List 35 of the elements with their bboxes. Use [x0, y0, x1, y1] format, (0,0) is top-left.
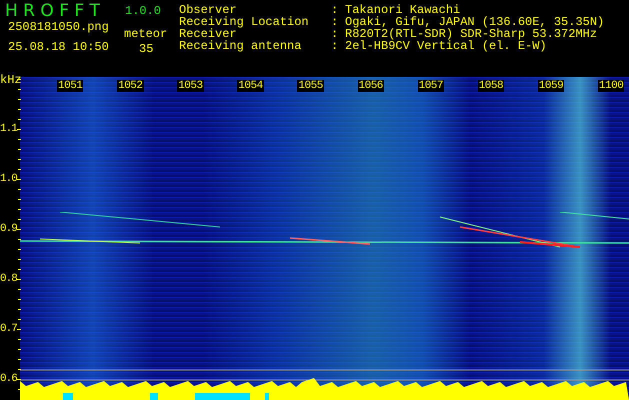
time-axis-label: 1057 [418, 80, 444, 92]
info-separator: : [331, 40, 340, 52]
version-label: 1.0.0 [125, 5, 162, 17]
time-axis-label: 1054 [237, 80, 264, 92]
info-value: R820T2(RTL-SDR) SDR-Sharp 53.372MHz [345, 28, 598, 40]
time-axis-label: 1055 [297, 80, 324, 92]
info-separator: : [331, 28, 340, 40]
time-axis-label: 1051 [57, 80, 84, 92]
file-name: 2508181050.png [8, 21, 109, 33]
info-label: Receiving antenna [179, 40, 302, 52]
info-separator: : [331, 4, 340, 16]
y-axis-label: 1.1 [0, 123, 17, 135]
time-axis-label: 1100 [598, 80, 624, 92]
info-label: Receiving Location [179, 16, 310, 28]
meteor-label: meteor [124, 28, 168, 40]
time-axis-label: 1059 [538, 80, 564, 92]
info-value: Takanori Kawachi [345, 4, 462, 16]
y-axis-label: 0.8 [0, 273, 17, 285]
y-axis-label: 0.6 [0, 373, 17, 385]
time-axis-label: 1058 [478, 80, 504, 92]
axis-unit-label: kHz [0, 74, 22, 86]
y-axis-label: 0.7 [0, 323, 17, 335]
date-time: 25.08.18 10:50 [8, 41, 109, 53]
time-axis-label: 1053 [177, 80, 204, 92]
app-title: H R O F F T [5, 2, 100, 20]
info-label: Observer [179, 4, 237, 16]
y-axis-label: 1.0 [0, 173, 17, 185]
info-separator: : [331, 16, 340, 28]
y-axis-label: 0.9 [0, 223, 17, 235]
info-value: 2el-HB9CV Vertical (el. E-W) [345, 40, 548, 52]
info-value: Ogaki, Gifu, JAPAN (136.60E, 35.35N) [345, 16, 604, 28]
time-axis-label: 1056 [358, 80, 384, 92]
time-axis-label: 1052 [117, 80, 144, 92]
info-label: Receiver [179, 28, 237, 40]
meteor-count: 35 [139, 43, 154, 55]
